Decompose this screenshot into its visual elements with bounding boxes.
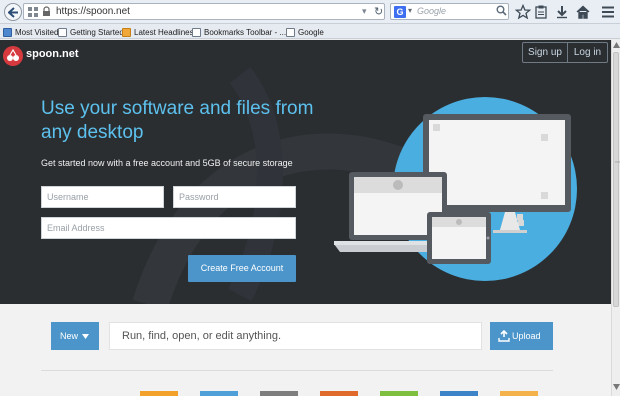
url-text: https://spoon.net bbox=[56, 6, 130, 17]
app-tile[interactable] bbox=[200, 391, 238, 396]
bookmark-bookmarks-toolbar[interactable]: Bookmarks Toolbar - ... bbox=[192, 26, 286, 38]
search-icon[interactable] bbox=[496, 5, 507, 16]
app-tile[interactable] bbox=[440, 391, 478, 396]
username-field[interactable]: Username bbox=[41, 186, 164, 208]
home-icon[interactable] bbox=[575, 4, 591, 20]
page-scrollbar[interactable] bbox=[611, 40, 620, 396]
bookmarks-toolbar: Most Visited Getting Started Latest Head… bbox=[0, 24, 620, 39]
clipboard-icon[interactable] bbox=[533, 4, 549, 20]
hero-headline: Use your software and files from any des… bbox=[41, 98, 314, 143]
bookmark-label: Latest Headlines bbox=[134, 27, 194, 37]
scroll-down-arrow-icon[interactable] bbox=[613, 384, 620, 390]
download-icon[interactable] bbox=[554, 4, 570, 20]
bookmark-getting-started[interactable]: Getting Started bbox=[58, 26, 124, 38]
back-arrow-icon bbox=[8, 7, 18, 18]
section-divider bbox=[41, 370, 553, 371]
search-engine-dropdown-icon[interactable]: ▾ bbox=[408, 6, 412, 15]
bookmark-latest-headlines[interactable]: Latest Headlines bbox=[122, 26, 194, 38]
navigation-toolbar: https://spoon.net ▾ ↻ G ▾ Google bbox=[0, 0, 620, 24]
google-logo-icon: G bbox=[394, 6, 406, 18]
bookmark-page-icon bbox=[3, 27, 12, 37]
star-icon[interactable] bbox=[515, 4, 531, 20]
password-field[interactable]: Password bbox=[173, 186, 296, 208]
url-bar[interactable]: https://spoon.net ▾ ↻ bbox=[23, 3, 385, 20]
bookmark-label: Bookmarks Toolbar - ... bbox=[204, 27, 287, 37]
app-tile[interactable] bbox=[380, 391, 418, 396]
reload-icon[interactable]: ↻ bbox=[374, 5, 383, 18]
app-tile[interactable] bbox=[320, 391, 358, 396]
app-tile[interactable] bbox=[140, 391, 178, 396]
lock-icon bbox=[43, 6, 50, 16]
command-input[interactable]: Run, find, open, or edit anything. bbox=[109, 322, 482, 350]
devices-illustration bbox=[334, 97, 577, 281]
scroll-thumb[interactable] bbox=[613, 52, 620, 307]
hero-subline: Get started now with a free account and … bbox=[41, 158, 293, 168]
bookmark-label: Google bbox=[298, 27, 324, 37]
bookmark-label: Most Visited bbox=[15, 27, 59, 37]
new-label: New bbox=[60, 331, 79, 341]
search-bar[interactable]: G ▾ Google bbox=[390, 3, 509, 20]
search-placeholder: Google bbox=[417, 6, 447, 16]
scroll-up-arrow-icon[interactable] bbox=[613, 42, 620, 48]
url-dropdown-icon[interactable]: ▾ bbox=[362, 6, 367, 17]
upload-label: Upload bbox=[512, 331, 541, 341]
back-button[interactable] bbox=[4, 3, 22, 21]
create-account-button[interactable]: Create Free Account bbox=[188, 255, 296, 282]
hero-section: spoon.net Sign up Log in Use your softwa… bbox=[0, 40, 611, 304]
page-icon bbox=[286, 27, 295, 37]
cherries-icon bbox=[7, 49, 19, 61]
rss-icon bbox=[122, 27, 131, 37]
bookmark-most-visited[interactable]: Most Visited bbox=[3, 26, 58, 38]
page-icon bbox=[192, 27, 201, 37]
menu-icon[interactable] bbox=[600, 4, 616, 20]
brand-name[interactable]: spoon.net bbox=[26, 48, 79, 60]
browser-window: https://spoon.net ▾ ↻ G ▾ Google Most Vi… bbox=[0, 0, 620, 396]
app-tile[interactable] bbox=[500, 391, 538, 396]
new-dropdown-button[interactable]: New bbox=[51, 322, 99, 350]
email-field[interactable]: Email Address bbox=[41, 217, 296, 239]
app-tile[interactable] bbox=[260, 391, 298, 396]
grip-icon bbox=[615, 161, 620, 163]
caret-down-icon bbox=[82, 334, 89, 339]
page-icon bbox=[58, 27, 67, 37]
upload-button[interactable]: Upload bbox=[490, 322, 553, 350]
content-area: New Run, find, open, or edit anything. U… bbox=[0, 304, 611, 396]
spoon-logo-icon[interactable] bbox=[3, 46, 23, 66]
sign-up-button[interactable]: Sign up bbox=[522, 42, 568, 63]
bookmark-label: Getting Started bbox=[70, 27, 124, 37]
log-in-button[interactable]: Log in bbox=[567, 42, 608, 63]
grid-icon bbox=[28, 7, 38, 17]
upload-icon bbox=[498, 330, 510, 342]
bookmark-google[interactable]: Google bbox=[286, 26, 324, 38]
